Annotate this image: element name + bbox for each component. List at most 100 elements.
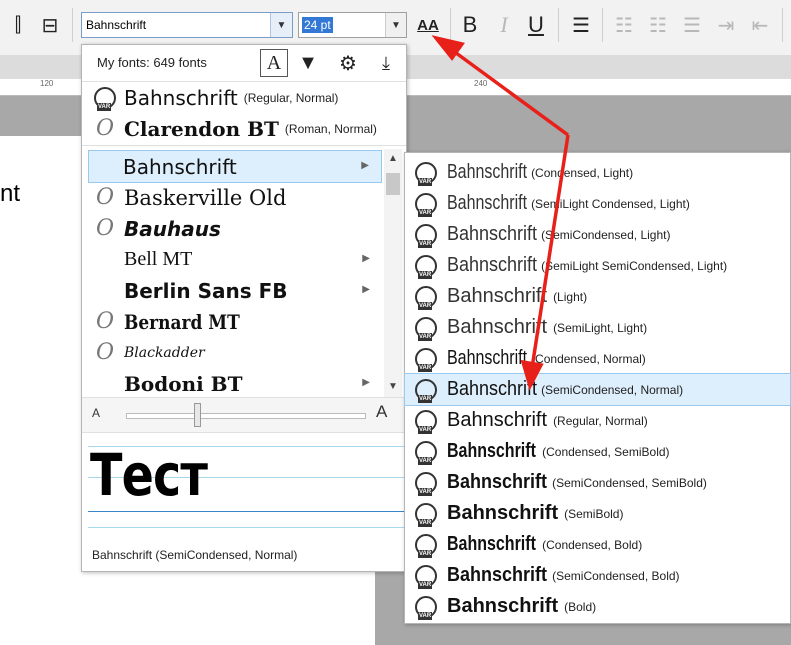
- font-style-label: (Condensed, SemiBold): [542, 444, 670, 459]
- zoom-out-icon[interactable]: A: [92, 406, 100, 420]
- chevron-down-icon[interactable]: ▼: [384, 377, 402, 395]
- zoom-slider-track[interactable]: [126, 413, 366, 419]
- font-style-label: (SemiCondensed, Normal): [541, 382, 684, 397]
- font-size-icon[interactable]: AA: [412, 8, 444, 42]
- submenu-item[interactable]: Bahnschrift(Condensed, Light): [405, 157, 790, 188]
- var-font-icon: [411, 285, 441, 310]
- indent-icon[interactable]: ⇥: [712, 8, 740, 42]
- font-name: Bahnschrift: [447, 564, 548, 586]
- font-family-input[interactable]: Bahnschrift: [86, 18, 146, 32]
- align-center-icon[interactable]: ⊟: [38, 8, 62, 42]
- submenu-item[interactable]: Bahnschrift (Regular, Normal): [405, 405, 790, 436]
- download-icon[interactable]: ⤓: [372, 49, 400, 77]
- guide-line: [88, 527, 404, 528]
- opentype-icon: O: [95, 309, 115, 334]
- var-font-icon: [411, 223, 441, 248]
- font-name: Blackadder: [124, 344, 205, 361]
- list-item[interactable]: O Bernard MT: [82, 306, 382, 337]
- submenu-item[interactable]: Bahnschrift (Condensed, Bold): [405, 529, 790, 560]
- ruler-mark: 120: [40, 79, 54, 88]
- list-item[interactable]: O Baskerville Old: [82, 182, 382, 213]
- font-list[interactable]: Bahnschrift ▶ O Baskerville Old O Bauhau…: [82, 149, 384, 397]
- font-name: Bahnschrift: [447, 316, 548, 338]
- italic-button[interactable]: I: [490, 8, 518, 42]
- numbered-list-icon[interactable]: ☷: [644, 8, 672, 42]
- font-name: Bahnschrift: [447, 533, 536, 555]
- font-name: Bahnschrift: [123, 154, 237, 179]
- font-name: Bahnschrift: [447, 409, 548, 431]
- submenu-item[interactable]: Bahnschrift (SemiCondensed, Bold): [405, 560, 790, 591]
- var-font-icon: [90, 86, 120, 111]
- font-style-label: (SemiLight Condensed, Light): [531, 196, 690, 211]
- align-left-icon[interactable]: ⫿: [6, 8, 30, 42]
- strikethrough-icon[interactable]: ☰: [566, 8, 596, 42]
- submenu-item[interactable]: Bahnschrift(SemiCondensed, Light): [405, 219, 790, 250]
- font-size-input[interactable]: 24 pt: [302, 17, 333, 33]
- font-name: Bahnschrift: [124, 85, 238, 110]
- var-font-icon: [411, 595, 441, 620]
- filter-icon[interactable]: ▼: [294, 49, 322, 77]
- underline-button[interactable]: U: [522, 8, 550, 42]
- list-item[interactable]: Bell MT ▶: [82, 244, 382, 275]
- preview-zoom-bar: A A: [82, 397, 406, 433]
- list-item[interactable]: Berlin Sans FB ▶: [82, 275, 382, 306]
- toolbar-separator: [782, 8, 783, 42]
- list-item[interactable]: Bahnschrift (Regular, Normal): [82, 82, 382, 113]
- submenu-item[interactable]: Bahnschrift (Condensed, SemiBold): [405, 436, 790, 467]
- var-font-icon: [411, 192, 441, 217]
- font-name: Berlin Sans FB: [124, 278, 288, 303]
- zoom-slider-thumb[interactable]: [194, 403, 202, 427]
- opentype-icon: O: [95, 216, 115, 241]
- font-name: Bahnschrift: [447, 285, 548, 307]
- submenu-item[interactable]: Bahnschrift (Bold): [405, 591, 790, 622]
- chevron-right-icon: ▶: [362, 284, 370, 295]
- font-style-label: (SemiLight SemiCondensed, Light): [541, 258, 728, 273]
- chevron-down-icon: ▼: [276, 19, 287, 31]
- submenu-item[interactable]: Bahnschrift (Light): [405, 281, 790, 312]
- font-preview-icon[interactable]: A: [260, 49, 288, 77]
- font-style-label: (Regular, Normal): [243, 90, 339, 105]
- font-name: Bahnschrift: [447, 254, 538, 276]
- list-item[interactable]: Bahnschrift ▶: [88, 150, 382, 183]
- drop-cap-icon[interactable]: ☰: [678, 8, 706, 42]
- list-item[interactable]: O Clarendon BT (Roman, Normal): [82, 113, 382, 144]
- list-item[interactable]: O Bauhaus: [82, 213, 382, 244]
- font-style-label: (Condensed, Light): [531, 165, 634, 180]
- font-name: Bahnschrift: [447, 595, 559, 617]
- submenu-item[interactable]: Bahnschrift (SemiBold): [405, 498, 790, 529]
- var-font-icon: [411, 378, 441, 403]
- font-family-combo[interactable]: Bahnschrift ▼: [81, 12, 293, 38]
- document-text[interactable]: nt: [0, 180, 20, 208]
- submenu-item[interactable]: Bahnschrift(SemiCondensed, Normal): [404, 373, 791, 406]
- chevron-up-icon[interactable]: ▲: [384, 149, 402, 167]
- submenu-item[interactable]: Bahnschrift(Condensed, Normal): [405, 343, 790, 374]
- list-item[interactable]: Bodoni BT ▶: [82, 368, 382, 397]
- var-font-icon: [411, 564, 441, 589]
- font-list-scrollbar[interactable]: ▲ ▼: [384, 149, 402, 397]
- font-size-combo[interactable]: 24 pt ▼: [298, 12, 407, 38]
- submenu-item[interactable]: Bahnschrift (SemiLight, Light): [405, 312, 790, 343]
- font-icon-placeholder: [90, 248, 120, 272]
- submenu-item[interactable]: Bahnschrift (SemiCondensed, SemiBold): [405, 467, 790, 498]
- font-name: Baskerville Old: [124, 185, 287, 210]
- font-style-label: (SemiLight, Light): [553, 320, 648, 335]
- font-icon-placeholder: [90, 279, 120, 303]
- bold-button[interactable]: B: [456, 8, 484, 42]
- submenu-item[interactable]: Bahnschrift(SemiLight Condensed, Light): [405, 188, 790, 219]
- font-dropdown-button[interactable]: ▼: [270, 13, 292, 37]
- outdent-icon[interactable]: ⇤: [746, 8, 774, 42]
- font-style-label: (SemiCondensed, Bold): [552, 568, 680, 583]
- list-item[interactable]: O Blackadder: [82, 337, 382, 368]
- zoom-in-icon[interactable]: A: [376, 402, 387, 422]
- submenu-item[interactable]: Bahnschrift(SemiLight SemiCondensed, Lig…: [405, 250, 790, 281]
- gear-icon[interactable]: ⚙: [334, 49, 362, 77]
- scrollbar-thumb[interactable]: [386, 173, 400, 195]
- font-name: Bahnschrift: [447, 347, 528, 369]
- preview-sample-text: Тест: [90, 441, 208, 509]
- font-preview: Тест: [82, 431, 406, 531]
- toolbar-separator: [72, 8, 73, 42]
- opentype-icon: O: [95, 185, 115, 210]
- bullet-list-icon[interactable]: ☷: [610, 8, 638, 42]
- size-dropdown-button[interactable]: ▼: [385, 13, 406, 37]
- var-font-icon: [411, 440, 441, 465]
